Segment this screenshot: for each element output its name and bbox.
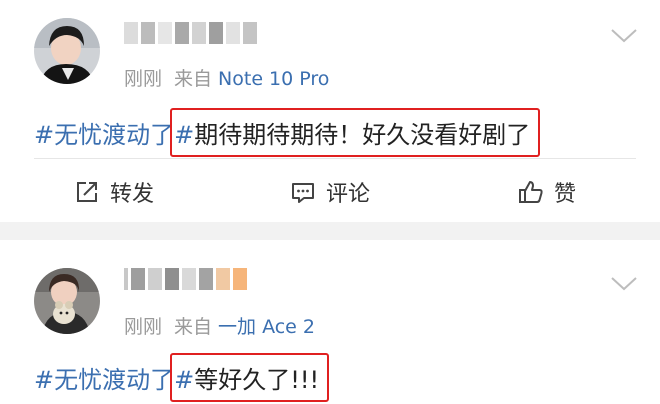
- repost-icon: [74, 179, 100, 205]
- chevron-down-icon[interactable]: [610, 28, 638, 44]
- post-content: #无忧渡动了#期待期待期待！好久没看好剧了: [34, 108, 541, 157]
- comment-icon: [290, 179, 316, 205]
- like-label: 赞: [554, 182, 577, 207]
- post-text: 等好久了!!!: [194, 366, 320, 394]
- comment-label: 评论: [326, 182, 371, 207]
- avatar[interactable]: [34, 268, 100, 334]
- username-obscured[interactable]: [124, 22, 257, 48]
- highlight-box: #等好久了!!!: [170, 353, 330, 402]
- post-meta: 刚刚 来自 一加 Ace 2: [124, 312, 315, 339]
- post-meta: 刚刚 来自 Note 10 Pro: [124, 64, 329, 91]
- thumbs-up-icon: [518, 179, 544, 205]
- repost-button[interactable]: 转发: [74, 170, 154, 214]
- post-separator: [0, 222, 660, 240]
- comment-button[interactable]: 评论: [290, 170, 370, 214]
- source-prefix: 来自: [174, 68, 213, 90]
- divider: [34, 158, 636, 159]
- like-button[interactable]: 赞: [518, 170, 576, 214]
- avatar[interactable]: [34, 18, 100, 84]
- chevron-down-icon[interactable]: [610, 276, 638, 292]
- action-bar: 转发 评论 赞: [0, 170, 660, 214]
- post-card: 刚刚 来自 一加 Ace 2 #无忧渡动了#等好久了!!!: [0, 240, 660, 404]
- highlight-box: #期待期待期待！好久没看好剧了: [170, 108, 541, 157]
- username-obscured[interactable]: [124, 268, 247, 294]
- source-prefix: 来自: [174, 316, 213, 338]
- post-text: 期待期待期待！好久没看好剧了: [194, 121, 531, 149]
- device-link[interactable]: Note 10 Pro: [218, 68, 329, 90]
- device-link[interactable]: 一加 Ace 2: [218, 316, 315, 338]
- post-content: #无忧渡动了#等好久了!!!: [34, 353, 330, 402]
- topic-hash-close[interactable]: #: [174, 366, 194, 394]
- post-card: 刚刚 来自 Note 10 Pro #无忧渡动了#期待期待期待！好久没看好剧了 转发: [0, 0, 660, 222]
- weibo-feed: 刚刚 来自 Note 10 Pro #无忧渡动了#期待期待期待！好久没看好剧了 转发: [0, 0, 660, 404]
- post-time: 刚刚: [124, 316, 163, 338]
- topic-hash-close[interactable]: #: [174, 121, 194, 149]
- repost-label: 转发: [110, 182, 155, 207]
- topic-link[interactable]: #无忧渡动了: [34, 366, 174, 394]
- post-time: 刚刚: [124, 68, 163, 90]
- topic-link[interactable]: #无忧渡动了: [34, 121, 174, 149]
